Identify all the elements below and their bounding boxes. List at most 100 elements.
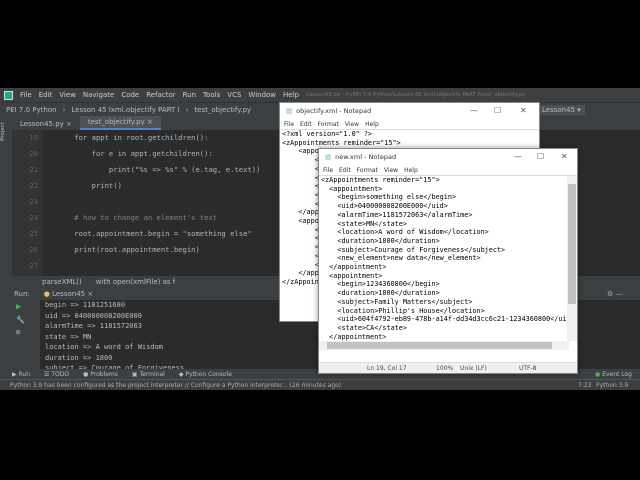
cursor-position[interactable]: 7:23 [578,382,591,389]
menu-view[interactable]: View [384,167,398,174]
menu-view[interactable]: View [59,91,76,99]
menu-window[interactable]: Window [248,91,276,99]
line-number: 23 [29,197,38,206]
text-line: <?xml version="1.0" ?> [282,130,373,138]
menu-format[interactable]: Format [357,167,378,174]
breadcrumb-file[interactable]: test_objectify.py [194,106,251,114]
stop-icon[interactable]: ■ [12,326,40,338]
menu-edit[interactable]: Edit [300,121,312,128]
menu-code[interactable]: Code [121,91,139,99]
tab-test-objectify[interactable]: test_objectify.py × [79,116,161,130]
settings-gear-icon[interactable]: ⚙ — [607,290,623,298]
text-line: </appointment> [321,263,387,272]
window-title: objectify.xml - Notepad [296,107,372,115]
line-number: 26 [29,245,38,254]
menu-edit[interactable]: Edit [39,91,53,99]
text-line: <zAppointments reminder="15"> [321,176,440,184]
encoding: UTF-8 [519,364,537,372]
code-line[interactable]: for e in appt.getchildren(): [57,146,260,162]
line-number: 19 [29,133,38,142]
code-line[interactable]: root.appointment.begin = "something else… [57,226,260,242]
notepad-icon: ▤ [286,107,293,115]
breadcrumb-project[interactable]: PEI 7.0 Python [6,106,57,114]
menu-vcs[interactable]: VCS [227,91,241,99]
notepad-status-bar: Ln 19, Col 17 100% Unix (LF) UTF-8 [319,362,577,373]
menu-file[interactable]: File [323,167,333,174]
text-line: <subject>Family Matters</subject> [321,297,473,306]
tool-todo[interactable]: ☰ TODO [44,371,69,378]
maximize-button[interactable]: ☐ [537,152,544,161]
horizontal-scrollbar[interactable] [319,341,569,350]
minimize-button[interactable]: — [470,106,478,115]
code-line[interactable]: # how to change an element's text [57,210,260,226]
menu-format[interactable]: Format [318,121,339,128]
notepad-icon: ▤ [325,153,332,161]
text-area[interactable]: <zAppointments reminder="15"> <appointme… [319,175,577,353]
window-title: new.xml - Notepad [335,153,397,161]
text-line: <zAppointments reminder="15"> [282,138,401,147]
code-line[interactable]: print() [57,178,260,194]
line-number: 21 [29,165,38,174]
run-label: Run: [14,289,30,298]
close-button[interactable]: ✕ [520,106,527,115]
text-line: <appointment> [321,184,383,193]
rerun-icon[interactable]: ▶ [12,300,40,314]
notepad-new-window[interactable]: ▤ new.xml - Notepad — ☐ ✕ File Edit Format V… [318,148,578,374]
menu-help[interactable]: Help [283,91,299,99]
line-numbers: 1920212223242526272829303132 [12,130,42,350]
notepad-menu: File Edit Format View Help [280,119,539,129]
line-number: 25 [29,229,38,238]
menu-file[interactable]: File [284,121,294,128]
maximize-button[interactable]: ☐ [494,106,501,115]
window-title: Lesson45.py - PyPEI 7.0 Python\Lesson 45… [306,92,526,98]
menu-view[interactable]: View [345,121,359,128]
run-config-dropdown[interactable]: Lesson45 ▾ [538,105,585,115]
menu-file[interactable]: File [20,91,32,99]
code-line[interactable] [57,258,260,274]
code-line[interactable]: print(root.appointment.begin) [57,242,260,258]
menu-help[interactable]: Help [365,121,379,128]
text-line: <begin>something else</begin> [321,193,457,202]
project-tool-button[interactable]: Project [0,122,6,141]
code-line[interactable] [57,194,260,210]
interpreter-indicator[interactable]: Python 3.9 [596,382,628,389]
menu-edit[interactable]: Edit [339,167,351,174]
run-toolbar: ▶ 🔧 ■ [12,300,40,370]
text-line: <new_element>new data</new_element> [321,254,481,263]
menu-run[interactable]: Run [183,91,196,99]
menu-bar: File Edit View Navigate Code Refactor Ru… [0,88,640,102]
menu-help[interactable]: Help [404,167,418,174]
tool-problems[interactable]: ● Problems [83,371,118,378]
minimize-button[interactable]: — [514,152,522,161]
side-tool-strip: Project [0,116,12,380]
crumb-with[interactable]: with open(xmlFile) as f [96,278,175,286]
tool-python-console[interactable]: ◆ Python Console [179,371,232,378]
vertical-scrollbar[interactable] [567,176,577,341]
menu-refactor[interactable]: Refactor [146,91,175,99]
menu-tools[interactable]: Tools [203,91,220,99]
menu-navigate[interactable]: Navigate [83,91,114,99]
text-line: <state>MN</state> [321,219,407,228]
tool-run[interactable]: ▶ Run [12,371,30,378]
text-line: <location>A word of Wisdom</location> [321,228,489,237]
wrench-icon[interactable]: 🔧 [12,314,40,326]
code-line[interactable]: for appt in root.getchildren(): [57,130,260,146]
crumb-function[interactable]: parseXML() [42,278,82,286]
zoom-level: 100% [436,364,454,372]
text-line: <duration>1800</duration> [321,289,440,298]
line-ending: Unix (LF) [460,364,487,372]
code-line[interactable]: print("%s => %s" % (e.tag, e.text)) [57,162,260,178]
tab-lesson45[interactable]: Lesson45.py × [12,118,80,130]
tool-terminal[interactable]: ▣ Terminal [132,371,165,378]
text-line: <alarmTime>1181572063</alarmTime> [321,210,473,219]
line-number: 20 [29,149,38,158]
line-number: 27 [29,261,38,270]
status-message[interactable]: Python 3.9 has been configured as the pr… [10,382,341,389]
event-log-button[interactable]: ● Event Log [595,371,632,378]
text-line: <subject>Courage of Forgiveness</subject… [321,245,506,254]
line-number: 22 [29,181,38,190]
text-line: <location>Phillip's House</location> [321,306,485,315]
run-tab[interactable]: ● Lesson45 × [44,290,93,298]
close-button[interactable]: ✕ [561,152,568,161]
breadcrumb-folder[interactable]: Lesson 45 lxml.objectify PART I [71,106,179,114]
